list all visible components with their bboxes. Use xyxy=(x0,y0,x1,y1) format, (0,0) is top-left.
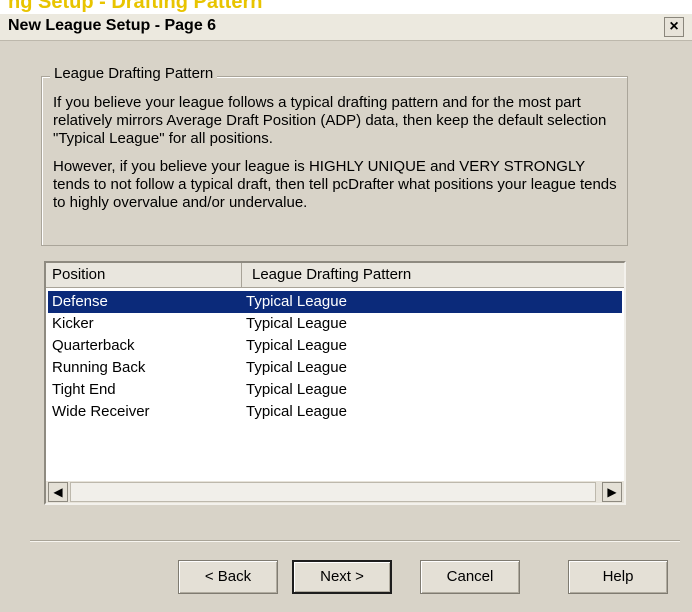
list-header: Position League Drafting Pattern xyxy=(46,263,624,288)
row-pattern: Typical League xyxy=(246,381,347,398)
cancel-button[interactable]: Cancel xyxy=(420,560,520,594)
setup-dialog: New League Setup - Page 6 × League Draft… xyxy=(0,14,692,612)
cropped-heading: ng Setup - Drafting Pattern xyxy=(0,0,692,14)
row-position: Kicker xyxy=(52,315,94,332)
column-header-pattern[interactable]: League Drafting Pattern xyxy=(242,263,624,287)
row-position: Running Back xyxy=(52,359,146,376)
horizontal-scrollbar[interactable]: ◀ ▶ xyxy=(46,481,624,503)
row-pattern: Typical League xyxy=(246,359,347,376)
row-pattern: Typical League xyxy=(246,403,347,420)
row-position: Wide Receiver xyxy=(52,403,150,420)
description-paragraph-2: However, if you believe your league is H… xyxy=(53,158,617,211)
list-rows: Defense Typical League Kicker Typical Le… xyxy=(46,291,624,423)
row-position: Tight End xyxy=(52,381,116,398)
row-pattern: Typical League xyxy=(246,293,347,310)
window-title: New League Setup - Page 6 xyxy=(8,17,217,34)
close-button[interactable]: × xyxy=(664,17,684,37)
group-description: If you believe your league follows a typ… xyxy=(53,94,618,222)
help-button[interactable]: Help xyxy=(568,560,668,594)
row-pattern: Typical League xyxy=(246,337,347,354)
scroll-right-icon[interactable]: ▶ xyxy=(602,482,622,502)
list-row-running-back[interactable]: Running Back Typical League xyxy=(46,357,624,379)
scrollbar-thumb[interactable] xyxy=(70,482,596,502)
list-row-tight-end[interactable]: Tight End Typical League xyxy=(46,379,624,401)
scroll-left-icon[interactable]: ◀ xyxy=(48,482,68,502)
list-row-quarterback[interactable]: Quarterback Typical League xyxy=(46,335,624,357)
next-button[interactable]: Next > xyxy=(292,560,392,594)
row-position: Defense xyxy=(52,293,108,310)
description-paragraph-1: If you believe your league follows a typ… xyxy=(53,94,607,147)
column-header-position[interactable]: Position xyxy=(46,263,242,287)
group-legend: League Drafting Pattern xyxy=(50,65,218,82)
row-pattern: Typical League xyxy=(246,315,347,332)
cropped-heading-text: ng Setup - Drafting Pattern xyxy=(8,0,263,13)
row-position: Quarterback xyxy=(52,337,135,354)
positions-list[interactable]: Position League Drafting Pattern Defense… xyxy=(44,261,626,505)
list-row-wide-receiver[interactable]: Wide Receiver Typical League xyxy=(46,401,624,423)
list-row-kicker[interactable]: Kicker Typical League xyxy=(46,313,624,335)
list-row-defense[interactable]: Defense Typical League xyxy=(48,291,622,313)
button-separator xyxy=(30,540,680,542)
back-button[interactable]: < Back xyxy=(178,560,278,594)
title-bar: New League Setup - Page 6 × xyxy=(0,14,692,41)
